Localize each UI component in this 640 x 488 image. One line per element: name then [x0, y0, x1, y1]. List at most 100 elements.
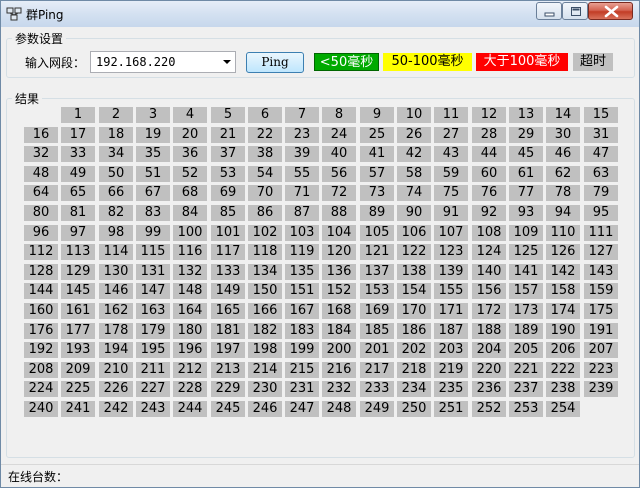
host-cell-151: 151: [285, 283, 319, 299]
ping-button[interactable]: Ping: [246, 52, 304, 73]
host-cell-251: 251: [434, 401, 468, 417]
host-cell-206: 206: [546, 342, 580, 358]
maximize-button[interactable]: [562, 2, 588, 20]
host-cell-105: 105: [360, 225, 394, 241]
host-cell-187: 187: [434, 323, 468, 339]
host-cell-23: 23: [285, 127, 319, 143]
host-cell-38: 38: [248, 146, 282, 162]
close-button[interactable]: [588, 2, 633, 20]
host-cell-217: 217: [360, 362, 394, 378]
host-cell-130: 130: [99, 264, 133, 280]
host-cell-138: 138: [397, 264, 431, 280]
host-cell-134: 134: [248, 264, 282, 280]
host-cell-214: 214: [248, 362, 282, 378]
host-cell-76: 76: [472, 185, 506, 201]
host-cell-220: 220: [472, 362, 506, 378]
host-cell-117: 117: [211, 244, 245, 260]
host-cell-29: 29: [509, 127, 543, 143]
host-cell-192: 192: [24, 342, 58, 358]
host-cell-88: 88: [322, 205, 356, 221]
host-cell-158: 158: [546, 283, 580, 299]
host-cell-99: 99: [136, 225, 170, 241]
host-cell-52: 52: [173, 166, 207, 182]
host-cell-84: 84: [173, 205, 207, 221]
range-value[interactable]: 192.168.220: [96, 55, 175, 69]
chevron-down-icon[interactable]: [222, 59, 232, 66]
host-cell-213: 213: [211, 362, 245, 378]
host-cell-34: 34: [99, 146, 133, 162]
host-cell-58: 58: [397, 166, 431, 182]
host-cell-127: 127: [584, 244, 618, 260]
host-cell-142: 142: [546, 264, 580, 280]
host-cell-222: 222: [546, 362, 580, 378]
maximize-icon: [571, 7, 581, 16]
host-cell-5: 5: [211, 107, 245, 123]
host-cell-182: 182: [248, 323, 282, 339]
host-cell-233: 233: [360, 381, 394, 397]
host-cell-97: 97: [61, 225, 95, 241]
host-cell-122: 122: [397, 244, 431, 260]
host-cell-234: 234: [397, 381, 431, 397]
host-cell-51: 51: [136, 166, 170, 182]
host-cell-236: 236: [472, 381, 506, 397]
host-cell-159: 159: [584, 283, 618, 299]
host-cell-207: 207: [584, 342, 618, 358]
range-combobox[interactable]: 192.168.220: [90, 51, 236, 73]
host-cell-171: 171: [434, 303, 468, 319]
host-cell-145: 145: [61, 283, 95, 299]
host-cell-150: 150: [248, 283, 282, 299]
host-cell-131: 131: [136, 264, 170, 280]
host-cell-101: 101: [211, 225, 245, 241]
host-cell-72: 72: [322, 185, 356, 201]
host-cell-3: 3: [136, 107, 170, 123]
host-cell-241: 241: [61, 401, 95, 417]
host-cell-69: 69: [211, 185, 245, 201]
host-cell-180: 180: [173, 323, 207, 339]
host-cell-177: 177: [61, 323, 95, 339]
host-cell-77: 77: [509, 185, 543, 201]
host-cell-143: 143: [584, 264, 618, 280]
status-label: 在线台数：: [8, 470, 69, 484]
host-cell-200: 200: [322, 342, 356, 358]
host-cell-227: 227: [136, 381, 170, 397]
host-cell-78: 78: [546, 185, 580, 201]
host-cell-208: 208: [24, 362, 58, 378]
host-cell-60: 60: [472, 166, 506, 182]
host-cell-104: 104: [322, 225, 356, 241]
host-cell-118: 118: [248, 244, 282, 260]
host-cell-25: 25: [360, 127, 394, 143]
host-cell-92: 92: [472, 205, 506, 221]
host-cell-129: 129: [61, 264, 95, 280]
host-cell-153: 153: [360, 283, 394, 299]
host-cell-17: 17: [61, 127, 95, 143]
host-cell-224: 224: [24, 381, 58, 397]
host-cell-53: 53: [211, 166, 245, 182]
host-cell-82: 82: [99, 205, 133, 221]
minimize-button[interactable]: [536, 2, 562, 20]
host-cell-86: 86: [248, 205, 282, 221]
host-cell-13: 13: [509, 107, 543, 123]
window-title: 群Ping: [26, 8, 64, 22]
host-cell-184: 184: [322, 323, 356, 339]
host-cell-168: 168: [322, 303, 356, 319]
host-cell-174: 174: [546, 303, 580, 319]
host-cell-149: 149: [211, 283, 245, 299]
host-cell-74: 74: [397, 185, 431, 201]
host-cell-36: 36: [173, 146, 207, 162]
host-cell-169: 169: [360, 303, 394, 319]
host-cell-91: 91: [434, 205, 468, 221]
host-cell-79: 79: [584, 185, 618, 201]
host-cell-212: 212: [173, 362, 207, 378]
legend-slow: 大于100毫秒: [476, 53, 568, 71]
host-cell-6: 6: [248, 107, 282, 123]
host-cell-61: 61: [509, 166, 543, 182]
host-cell-43: 43: [434, 146, 468, 162]
host-cell-247: 247: [285, 401, 319, 417]
host-cell-238: 238: [546, 381, 580, 397]
host-cell-231: 231: [285, 381, 319, 397]
host-cell-35: 35: [136, 146, 170, 162]
host-cell-179: 179: [136, 323, 170, 339]
host-cell-24: 24: [322, 127, 356, 143]
host-cell-9: 9: [360, 107, 394, 123]
host-cell-202: 202: [397, 342, 431, 358]
